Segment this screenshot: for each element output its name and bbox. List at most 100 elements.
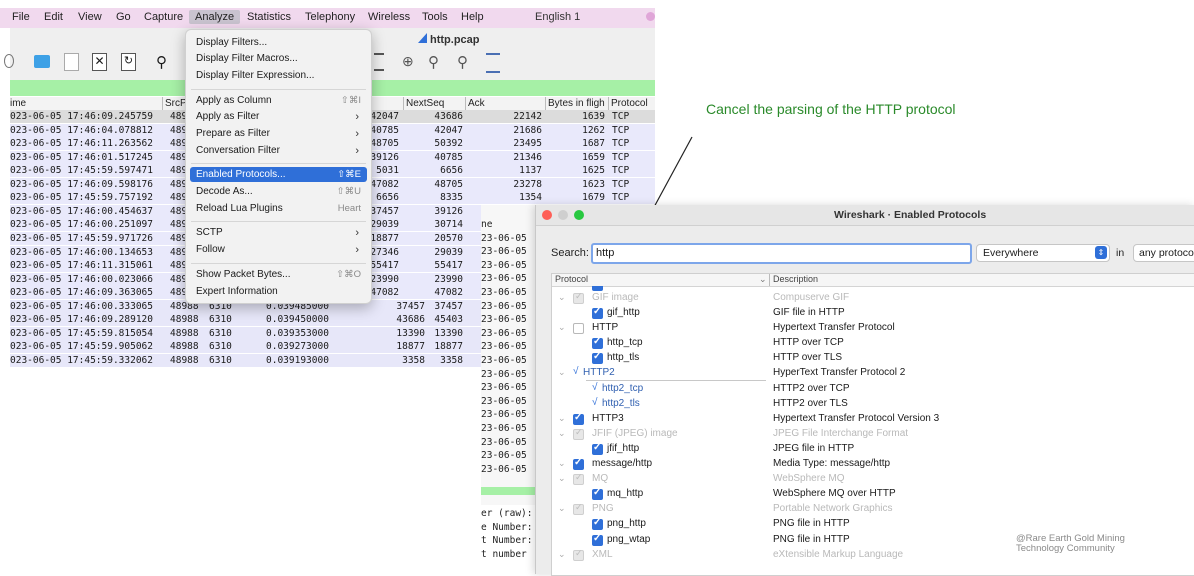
zoom-in-icon[interactable]: ⚲ — [428, 53, 446, 71]
colorize-icon[interactable] — [374, 53, 384, 71]
disclosure-chevron-icon[interactable]: ⌄ — [558, 367, 566, 378]
menu-item-show-packet-bytes[interactable]: Show Packet Bytes... ⇧⌘O — [186, 269, 371, 284]
menu-telephony[interactable]: Telephony — [305, 11, 355, 23]
checkbox[interactable] — [573, 502, 584, 516]
disclosure-chevron-icon[interactable]: ⌄ — [558, 458, 566, 469]
protocol-row[interactable]: ⌄ PNG Portable Network Graphics — [552, 502, 1194, 517]
menu-statistics[interactable]: Statistics — [247, 11, 291, 23]
resize-columns-icon[interactable] — [486, 53, 500, 73]
checkbox[interactable] — [573, 472, 584, 486]
checkbox[interactable] — [573, 291, 584, 304]
protocol-row[interactable]: ⌄ MQ WebSphere MQ — [552, 472, 1194, 487]
menu-edit[interactable]: Edit — [44, 11, 63, 23]
protocol-row[interactable]: ⌄ √ HTTP2 HyperText Transfer Protocol 2 — [552, 366, 1194, 382]
open-folder-icon[interactable] — [34, 55, 50, 68]
disclosure-chevron-icon[interactable]: ⌄ — [558, 473, 566, 484]
col-ack[interactable]: Ack — [468, 98, 485, 109]
protocol-row[interactable]: http_tcp HTTP over TCP — [552, 336, 1194, 351]
protocol-row[interactable]: ⌄ message/http Media Type: message/http — [552, 457, 1194, 472]
zoom-window-button[interactable] — [574, 210, 584, 220]
protocol-row[interactable]: √ http2_tcp HTTP2 over TCP — [552, 382, 1194, 397]
checkbox[interactable] — [592, 336, 603, 350]
protocol-row[interactable]: ⌄ GIF image Compuserve GIF — [552, 291, 1194, 306]
protocol-row[interactable]: png_http PNG file in HTTP — [552, 517, 1194, 532]
reload-icon[interactable]: ↻ — [121, 53, 136, 71]
checkbox[interactable] — [573, 548, 584, 561]
save-file-icon[interactable] — [64, 53, 79, 71]
protocol-row[interactable]: http_tls HTTP over TLS — [552, 351, 1194, 366]
cell-nextseq: 20570 — [434, 232, 463, 244]
search-scope-select[interactable]: Everywhere ⇕ — [976, 244, 1110, 262]
checkbox[interactable] — [592, 533, 603, 546]
cell-bytes: 1659 — [582, 151, 605, 163]
disclosure-chevron-icon[interactable]: ⌄ — [558, 413, 566, 424]
close-window-button[interactable] — [542, 210, 552, 220]
menu-item-display-filter-expression[interactable]: Display Filter Expression... — [186, 70, 371, 85]
protocol-row[interactable]: ⌄ HTTP3 Hypertext Transfer Protocol Versio… — [552, 412, 1194, 427]
protocol-row[interactable]: mq_http WebSphere MQ over HTTP — [552, 487, 1194, 502]
col-srcport[interactable]: SrcP — [165, 98, 187, 109]
menu-item-conversation-filter[interactable]: Conversation Filter › — [186, 145, 371, 160]
menu-item-display-filters[interactable]: Display Filters... — [186, 37, 371, 52]
disclosure-chevron-icon[interactable]: ⌄ — [558, 322, 566, 333]
menu-item-decode-as[interactable]: Decode As... ⇧⌘U — [186, 186, 371, 201]
input-language[interactable]: English 1 — [535, 11, 580, 23]
col-bytes-in-flight[interactable]: Bytes in fligh — [548, 98, 605, 109]
zoom-reset-icon[interactable]: ⊕ — [402, 53, 420, 71]
checkbox[interactable] — [592, 306, 603, 319]
menu-item-reload-lua-plugins[interactable]: Reload Lua Plugins Heart — [186, 203, 371, 218]
protocol-name: JFIF (JPEG) image — [592, 427, 678, 439]
menu-wireless[interactable]: Wireless — [368, 11, 410, 23]
checkmark-icon[interactable]: √ — [592, 397, 598, 408]
menu-item-prepare-as-filter[interactable]: Prepare as Filter › — [186, 128, 371, 143]
protocol-row[interactable]: ⌄ HTTP Hypertext Transfer Protocol — [552, 321, 1194, 336]
protocol-row[interactable]: √ http2_tls HTTP2 over TLS — [552, 397, 1194, 412]
checkbox[interactable] — [573, 323, 584, 335]
chevron-right-icon: › — [355, 145, 359, 157]
disclosure-chevron-icon[interactable]: ⌄ — [558, 549, 566, 560]
disclosure-chevron-icon[interactable]: ⌄ — [558, 503, 566, 514]
protocol-row[interactable]: ⌄ JFIF (JPEG) image JPEG File Interchange … — [552, 427, 1194, 442]
menu-item-enabled-protocols[interactable]: Enabled Protocols... ⇧⌘E — [186, 169, 371, 184]
minimize-window-button[interactable] — [558, 210, 568, 220]
disclosure-chevron-icon[interactable]: ⌄ — [558, 292, 566, 303]
checkbox[interactable] — [592, 442, 603, 455]
menu-item-expert-information[interactable]: Expert Information — [186, 286, 371, 301]
protocol-description: WebSphere MQ — [773, 473, 845, 485]
menu-item-sctp[interactable]: SCTP › — [186, 227, 371, 242]
menu-item-apply-as-column[interactable]: Apply as Column ⇧⌘I — [186, 95, 371, 110]
checkbox[interactable] — [573, 427, 584, 440]
disclosure-chevron-icon[interactable]: ⌄ — [558, 428, 566, 439]
menu-capture[interactable]: Capture — [144, 11, 183, 23]
menu-go[interactable]: Go — [116, 11, 131, 23]
checkbox[interactable] — [592, 351, 603, 365]
menu-tools[interactable]: Tools — [422, 11, 448, 23]
restart-icon[interactable] — [4, 54, 14, 68]
checkbox[interactable] — [592, 517, 603, 531]
zoom-out-icon[interactable]: ⚲ — [457, 53, 475, 71]
col-nextseq[interactable]: NextSeq — [406, 98, 444, 109]
find-icon[interactable]: ⚲ — [156, 53, 174, 71]
protocol-row[interactable]: jfif_http JPEG file in HTTP — [552, 442, 1194, 457]
checkmark-icon[interactable]: √ — [592, 382, 598, 393]
menu-item-apply-as-filter[interactable]: Apply as Filter › — [186, 111, 371, 126]
protocol-row[interactable]: gif_http GIF file in HTTP — [552, 306, 1194, 321]
checkbox[interactable] — [592, 487, 603, 501]
menu-item-follow[interactable]: Follow › — [186, 244, 371, 259]
menu-view[interactable]: View — [78, 11, 102, 23]
search-field-select[interactable]: any protocol — [1133, 244, 1194, 262]
menu-help[interactable]: Help — [461, 11, 484, 23]
col-protocol-header[interactable]: Protocol — [555, 274, 588, 284]
menu-file[interactable]: File — [12, 11, 30, 23]
col-time[interactable]: ime — [10, 98, 26, 109]
search-input[interactable]: http — [591, 243, 972, 264]
checkmark-icon[interactable]: √ — [573, 366, 579, 377]
menu-item-display-filter-macros[interactable]: Display Filter Macros... — [186, 53, 371, 68]
checkbox[interactable] — [573, 457, 584, 470]
col-protocol[interactable]: Protocol — [611, 98, 648, 109]
col-separator — [162, 97, 163, 110]
col-description-header[interactable]: Description — [773, 274, 818, 284]
menu-analyze[interactable]: Analyze — [189, 10, 241, 24]
checkbox[interactable] — [573, 412, 584, 425]
close-file-icon[interactable]: ✕ — [92, 53, 107, 71]
